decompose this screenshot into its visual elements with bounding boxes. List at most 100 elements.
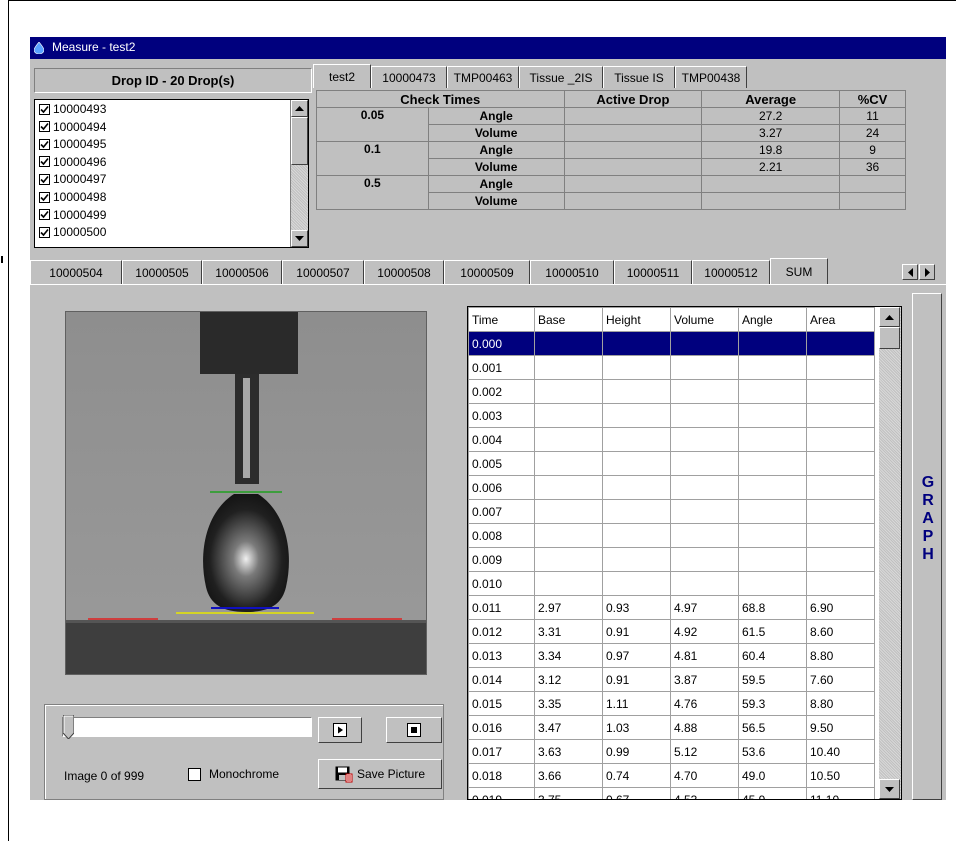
table-row[interactable]: 0.008 (468, 523, 875, 548)
cell-area[interactable]: 6.90 (806, 595, 875, 620)
cell-height[interactable] (602, 379, 671, 404)
title-bar[interactable]: Measure - test2 (30, 37, 946, 59)
table-row[interactable]: 0.010 (468, 571, 875, 596)
cell-base[interactable]: 3.12 (534, 667, 603, 692)
cell-area[interactable] (806, 331, 875, 356)
cell-height[interactable] (602, 403, 671, 428)
cell-area[interactable]: 11.10 (806, 787, 875, 799)
cell-base[interactable]: 3.63 (534, 739, 603, 764)
drop-tab-10000505[interactable]: 10000505 (122, 260, 202, 284)
table-row[interactable]: 0.007 (468, 499, 875, 524)
cell-area[interactable] (806, 403, 875, 428)
cell-angle[interactable]: 45.9 (738, 787, 807, 799)
cell-volume[interactable]: 4.53 (670, 787, 739, 799)
cell-angle[interactable] (738, 499, 807, 524)
drop-checkbox[interactable] (39, 121, 50, 133)
cell-area[interactable] (806, 523, 875, 548)
cell-angle[interactable] (738, 379, 807, 404)
drop-list-item[interactable]: 10000496 (39, 155, 106, 169)
table-row[interactable]: 0.016 3.47 1.03 4.88 56.5 9.50 (468, 715, 875, 740)
cell-base[interactable] (534, 523, 603, 548)
cell-time[interactable]: 0.008 (468, 523, 535, 548)
drop-list-item[interactable]: 10000495 (39, 137, 106, 151)
cell-base[interactable] (534, 403, 603, 428)
drop-tab-10000512[interactable]: 10000512 (692, 260, 770, 284)
tab-scroll-right-button[interactable] (919, 264, 935, 280)
drop-tab-10000511[interactable]: 10000511 (614, 260, 692, 284)
drop-list-item[interactable]: 10000494 (39, 120, 106, 134)
cell-time[interactable]: 0.018 (468, 763, 535, 788)
cell-time[interactable]: 0.006 (468, 475, 535, 500)
cell-base[interactable] (534, 427, 603, 452)
table-row[interactable]: 0.011 2.97 0.93 4.97 68.8 6.90 (468, 595, 875, 620)
cell-area[interactable] (806, 547, 875, 572)
cell-area[interactable]: 10.50 (806, 763, 875, 788)
cell-height[interactable]: 0.67 (602, 787, 671, 799)
graph-button[interactable]: GRAPH (912, 293, 942, 800)
table-row[interactable]: 0.005 (468, 451, 875, 476)
drop-list-item[interactable]: 10000493 (39, 102, 106, 116)
frame-slider-thumb[interactable] (63, 715, 74, 739)
cell-angle[interactable] (738, 451, 807, 476)
cell-height[interactable] (602, 355, 671, 380)
drop-checkbox[interactable] (39, 173, 50, 185)
table-row[interactable]: 0.003 (468, 403, 875, 428)
column-header-angle[interactable]: Angle (738, 307, 807, 332)
table-row[interactable]: 0.002 (468, 379, 875, 404)
cell-angle[interactable]: 59.5 (738, 667, 807, 692)
stop-button[interactable] (386, 717, 442, 743)
table-row[interactable]: 0.012 3.31 0.91 4.92 61.5 8.60 (468, 619, 875, 644)
cell-time[interactable]: 0.019 (468, 787, 535, 799)
cell-height[interactable] (602, 499, 671, 524)
column-header-time[interactable]: Time (468, 307, 535, 332)
cell-height[interactable] (602, 475, 671, 500)
scroll-down-button[interactable] (291, 230, 308, 247)
tab-scroll-left-button[interactable] (902, 264, 918, 280)
cell-time[interactable]: 0.000 (468, 331, 535, 356)
table-row[interactable]: 0.017 3.63 0.99 5.12 53.6 10.40 (468, 739, 875, 764)
cell-base[interactable]: 3.35 (534, 691, 603, 716)
cell-base[interactable]: 3.34 (534, 643, 603, 668)
cell-time[interactable]: 0.014 (468, 667, 535, 692)
cell-volume[interactable]: 4.81 (670, 643, 739, 668)
cell-angle[interactable] (738, 427, 807, 452)
cell-time[interactable]: 0.001 (468, 355, 535, 380)
cell-time[interactable]: 0.007 (468, 499, 535, 524)
drop-checkbox[interactable] (39, 226, 50, 238)
cell-height[interactable]: 1.11 (602, 691, 671, 716)
cell-angle[interactable] (738, 475, 807, 500)
cell-height[interactable]: 0.91 (602, 619, 671, 644)
tab-tmp00463[interactable]: TMP00463 (447, 66, 519, 88)
monochrome-toggle[interactable]: Monochrome (188, 767, 279, 781)
cell-volume[interactable] (670, 331, 739, 356)
drop-list[interactable]: 10000493 10000494 10000495 10000496 10000497… (34, 99, 309, 248)
cell-angle[interactable] (738, 331, 807, 356)
cell-area[interactable] (806, 379, 875, 404)
column-header-base[interactable]: Base (534, 307, 603, 332)
column-header-height[interactable]: Height (602, 307, 671, 332)
cell-height[interactable]: 0.97 (602, 643, 671, 668)
cell-area[interactable] (806, 499, 875, 524)
scroll-thumb[interactable] (291, 117, 308, 165)
cell-volume[interactable] (670, 499, 739, 524)
cell-volume[interactable]: 4.88 (670, 715, 739, 740)
cell-base[interactable]: 3.75 (534, 787, 603, 799)
table-row[interactable]: 0.009 (468, 547, 875, 572)
cell-height[interactable]: 0.93 (602, 595, 671, 620)
drop-checkbox[interactable] (39, 156, 50, 168)
cell-angle[interactable]: 53.6 (738, 739, 807, 764)
column-header-area[interactable]: Area (806, 307, 875, 332)
cell-time[interactable]: 0.011 (468, 595, 535, 620)
grid-scroll-thumb[interactable] (879, 327, 900, 349)
cell-volume[interactable] (670, 571, 739, 596)
cell-height[interactable] (602, 547, 671, 572)
table-row[interactable]: 0.014 3.12 0.91 3.87 59.5 7.60 (468, 667, 875, 692)
cell-height[interactable] (602, 571, 671, 596)
cell-angle[interactable]: 49.0 (738, 763, 807, 788)
cell-angle[interactable]: 60.4 (738, 643, 807, 668)
cell-height[interactable] (602, 331, 671, 356)
cell-time[interactable]: 0.004 (468, 427, 535, 452)
cell-area[interactable]: 8.80 (806, 691, 875, 716)
table-row[interactable]: 0.000 (468, 331, 875, 356)
cell-area[interactable] (806, 355, 875, 380)
